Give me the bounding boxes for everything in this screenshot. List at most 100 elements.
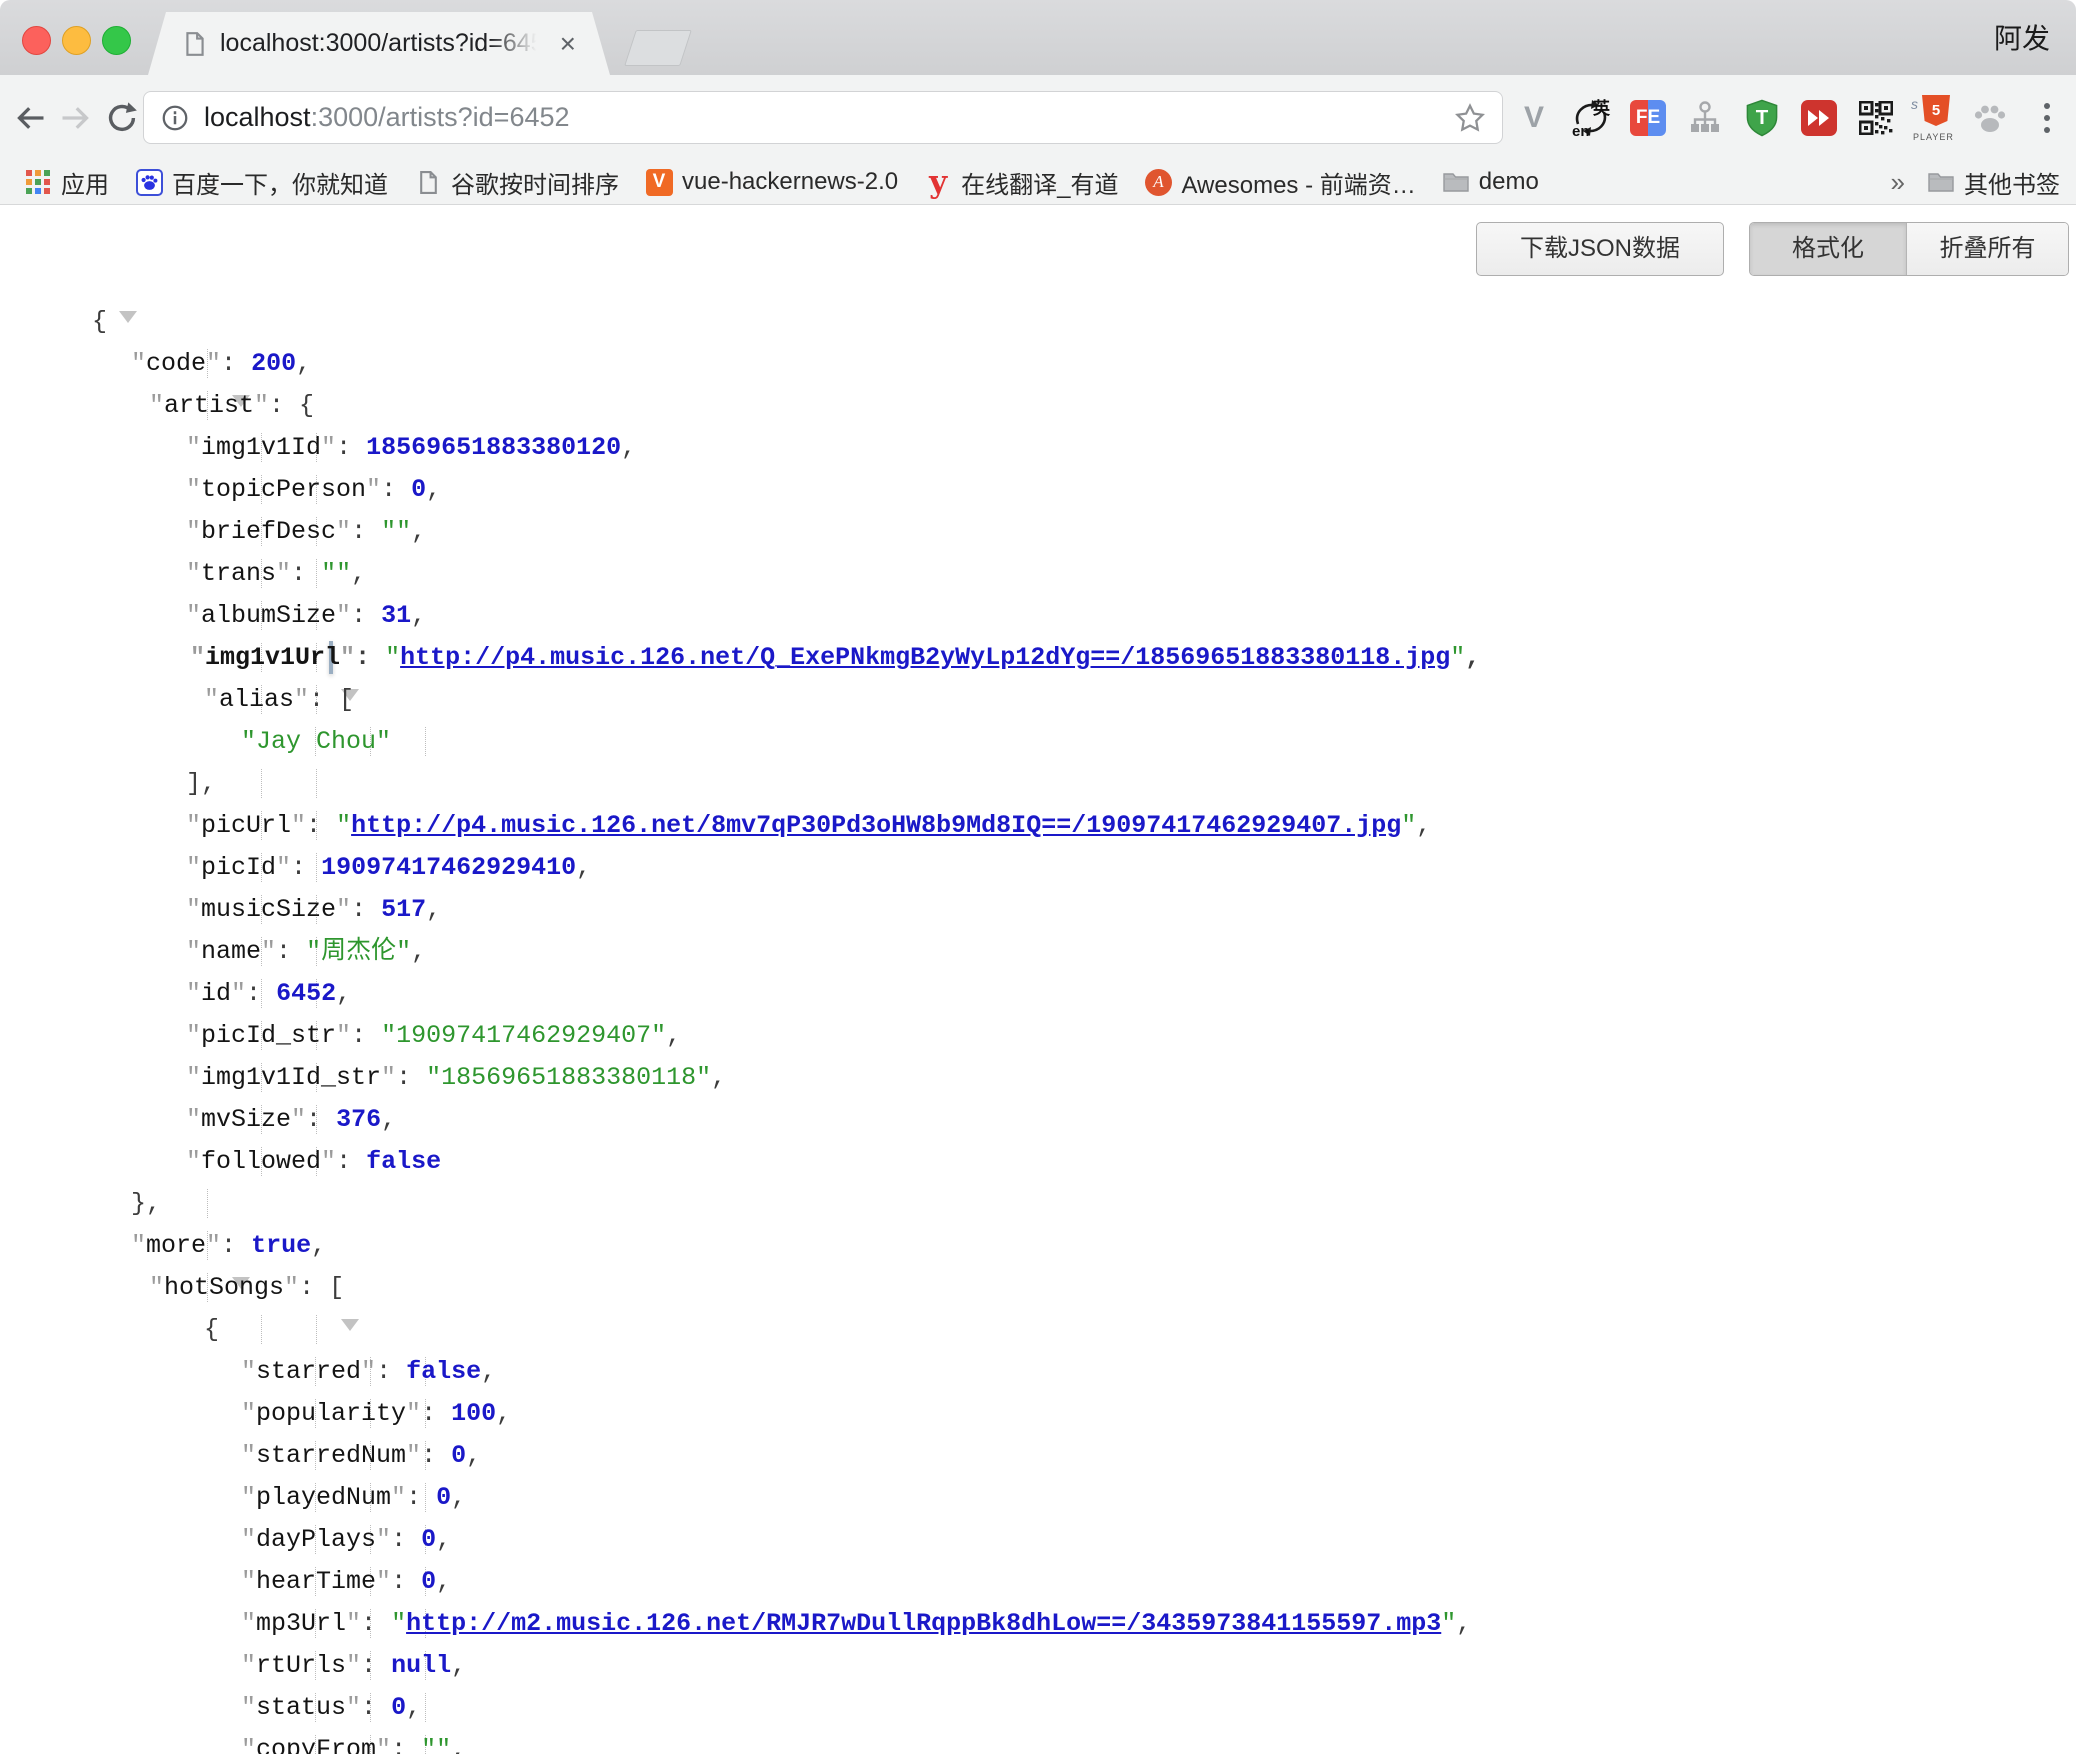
- json-quote: ": [346, 1651, 361, 1680]
- json-line: "popularity": 100,: [0, 1393, 2076, 1435]
- profile-name[interactable]: 阿发: [1994, 17, 2050, 57]
- tab-close-icon[interactable]: ×: [560, 30, 576, 58]
- reload-icon[interactable]: [100, 96, 144, 140]
- address-bar[interactable]: localhost:3000/artists?id=6452: [143, 91, 1503, 144]
- json-punctuation: :: [396, 1063, 426, 1092]
- json-punctuation: ,: [1465, 643, 1480, 672]
- json-key: artist: [164, 391, 254, 420]
- bookmark-6[interactable]: demo: [1442, 168, 1539, 196]
- json-key: status: [256, 1693, 346, 1722]
- bookmark-4[interactable]: y在线翻译_有道: [924, 165, 1118, 200]
- json-key: picId_str: [201, 1021, 336, 1050]
- fe-icon[interactable]: FE: [1629, 94, 1667, 142]
- json-quote: ": [321, 433, 336, 462]
- shield-t-icon[interactable]: T: [1743, 94, 1781, 142]
- json-value-link[interactable]: http://p4.music.126.net/Q_ExePNkmgB2yWyL…: [400, 643, 1450, 672]
- bookmark-3[interactable]: Vvue-hackernews-2.0: [645, 168, 898, 196]
- url-host: localhost: [204, 102, 311, 132]
- json-value-link[interactable]: http://m2.music.126.net/RMJR7wDullRqppBk…: [406, 1609, 1441, 1638]
- json-line: ],: [0, 763, 2076, 805]
- json-value-number: 100: [451, 1399, 496, 1428]
- json-key: more: [146, 1231, 206, 1260]
- forward-icon[interactable]: [54, 96, 98, 140]
- json-quote: ": [336, 811, 351, 840]
- json-quote: ": [186, 811, 201, 840]
- json-punctuation: ,: [451, 1651, 466, 1680]
- new-tab-button[interactable]: [624, 30, 692, 66]
- qr-code-icon[interactable]: [1857, 94, 1895, 142]
- json-quote: ": [241, 1567, 256, 1596]
- bookmark-label: 应用: [61, 165, 109, 200]
- json-punctuation: ,: [296, 349, 311, 378]
- json-punctuation: ,: [436, 1567, 451, 1596]
- json-line: "picId_str": "19097417462929407",: [0, 1015, 2076, 1057]
- browser-window: localhost:3000/artists?id=645 × 阿发 local…: [0, 0, 2076, 1754]
- collapse-triangle-icon[interactable]: [341, 1319, 359, 1360]
- json-punctuation: :: [376, 1357, 406, 1386]
- json-punctuation: ,: [426, 895, 441, 924]
- bookmark-star-icon[interactable]: [1454, 102, 1486, 134]
- fast-forward-icon[interactable]: [1800, 94, 1838, 142]
- url-text[interactable]: localhost:3000/artists?id=6452: [204, 102, 1454, 133]
- tab-strip: localhost:3000/artists?id=645 × 阿发: [0, 0, 2076, 75]
- paw-icon[interactable]: [1971, 94, 2009, 142]
- json-line: "followed": false: [0, 1141, 2076, 1183]
- bookmark-1[interactable]: 百度一下，你就知道: [135, 165, 388, 200]
- menu-dots-icon[interactable]: [2028, 94, 2066, 142]
- browser-tab[interactable]: localhost:3000/artists?id=645 ×: [148, 12, 610, 75]
- vue-icon: V: [645, 168, 673, 196]
- indent-guide: [425, 727, 426, 756]
- json-punctuation: :: [351, 517, 381, 546]
- bookmark-5[interactable]: AAwesomes - 前端资…: [1144, 165, 1415, 200]
- json-line: "albumSize": 31,: [0, 595, 2076, 637]
- json-key: picUrl: [201, 811, 291, 840]
- json-quote: ": [131, 349, 146, 378]
- json-quote: ": [186, 1105, 201, 1134]
- json-quote: ": [336, 1021, 351, 1050]
- json-quote: ": [1441, 1609, 1456, 1638]
- json-value-string: "": [321, 559, 351, 588]
- json-punctuation: :: [361, 1609, 391, 1638]
- bookmark-other[interactable]: 其他书签: [1927, 165, 2060, 200]
- json-value-string: "19097417462929407": [381, 1021, 666, 1050]
- json-key: playedNum: [256, 1483, 391, 1512]
- indent-guide: [261, 769, 262, 798]
- json-line: "more": true,: [0, 1225, 2076, 1267]
- folder-icon: [1927, 168, 1955, 196]
- zoom-window-icon[interactable]: [102, 26, 131, 55]
- info-icon[interactable]: [160, 103, 190, 133]
- sitemap-icon[interactable]: [1686, 94, 1724, 142]
- json-key: mp3Url: [256, 1609, 346, 1638]
- json-value-number: 0: [421, 1525, 436, 1554]
- json-value-number: 31: [381, 601, 411, 630]
- bookmarks-overflow-icon[interactable]: »: [1891, 167, 1905, 198]
- json-punctuation: {: [204, 1315, 219, 1344]
- json-line: "trans": "",: [0, 553, 2076, 595]
- json-quote: ": [186, 517, 201, 546]
- translate-icon[interactable]: 英en: [1572, 94, 1610, 142]
- minimize-window-icon[interactable]: [62, 26, 91, 55]
- json-punctuation: :: [391, 1525, 421, 1554]
- html5-player-icon[interactable]: s5PLAYER: [1914, 94, 1952, 142]
- extensions-row: V 英en FE Ts5PLAYER: [1515, 75, 2066, 160]
- bookmark-0[interactable]: 应用: [24, 165, 109, 200]
- close-window-icon[interactable]: [22, 26, 51, 55]
- svg-text:T: T: [1756, 105, 1769, 128]
- back-icon[interactable]: [8, 96, 52, 140]
- json-value-link[interactable]: http://p4.music.126.net/8mv7qP30Pd3oHW8b…: [351, 811, 1401, 840]
- vue-gray-icon[interactable]: V: [1515, 94, 1553, 142]
- bookmark-2[interactable]: 谷歌按时间排序: [414, 165, 619, 200]
- json-punctuation: :: [221, 349, 251, 378]
- json-quote: ": [241, 1441, 256, 1470]
- json-key: trans: [201, 559, 276, 588]
- json-punctuation: },: [131, 1189, 161, 1218]
- json-line: },: [0, 1183, 2076, 1225]
- json-quote: ": [376, 1525, 391, 1554]
- json-punctuation: : {: [269, 391, 314, 420]
- json-value-string: "Jay Chou": [241, 727, 391, 756]
- json-key: hotSongs: [164, 1273, 284, 1302]
- json-quote: ": [346, 1609, 361, 1638]
- json-quote: ": [241, 1525, 256, 1554]
- json-value-string: "": [421, 1735, 451, 1754]
- collapse-triangle-icon[interactable]: [119, 311, 137, 352]
